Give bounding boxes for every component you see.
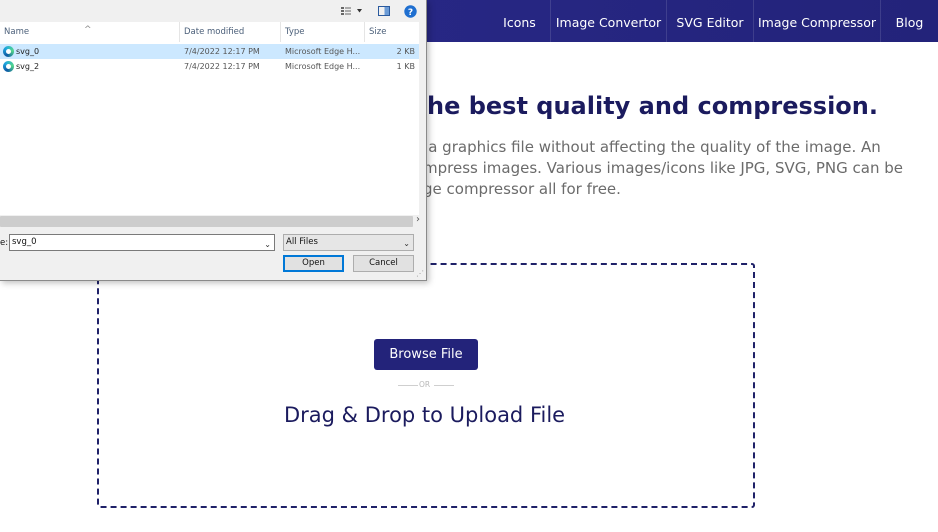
- screen: Icons Image Convertor SVG Editor Image C…: [0, 0, 938, 532]
- nav-link-icons[interactable]: Icons: [489, 0, 550, 42]
- hero-title: he best quality and compression.: [427, 92, 878, 120]
- file-type-filter-select[interactable]: All Files ⌄: [283, 234, 414, 251]
- open-button[interactable]: Open: [283, 255, 344, 272]
- file-date: 7/4/2022 12:17 PM: [184, 62, 260, 71]
- horizontal-scrollbar[interactable]: [0, 216, 413, 227]
- file-name: svg_2: [16, 62, 40, 71]
- column-header-date[interactable]: Date modified: [180, 22, 281, 42]
- file-row[interactable]: svg_0 7/4/2022 12:17 PM Microsoft Edge H…: [0, 44, 419, 59]
- nav-link-image-compressor[interactable]: Image Compressor: [753, 0, 880, 42]
- sort-ascending-icon: ^: [84, 25, 92, 35]
- file-name: svg_0: [16, 47, 40, 56]
- hero-description-line-1: of a graphics file without affecting the…: [409, 138, 881, 156]
- or-divider-right: [434, 385, 454, 386]
- cancel-button[interactable]: Cancel: [353, 255, 414, 272]
- scroll-right-icon[interactable]: ›: [416, 214, 420, 225]
- file-size: 1 KB: [396, 62, 415, 71]
- file-open-dialog: ? Name ^ Date modified Type Size svg_0 7…: [0, 0, 427, 281]
- dialog-toolbar: ?: [0, 0, 426, 22]
- or-label: OR: [419, 380, 431, 389]
- drag-drop-label: Drag & Drop to Upload File: [284, 403, 566, 427]
- or-divider-left: [398, 385, 418, 386]
- column-header-size[interactable]: Size: [365, 22, 419, 42]
- browse-file-button[interactable]: Browse File: [374, 339, 478, 370]
- chevron-down-icon[interactable]: ⌄: [264, 237, 271, 252]
- file-type: Microsoft Edge H...: [285, 47, 361, 56]
- edge-file-icon: [3, 46, 14, 57]
- nav-link-image-convertor[interactable]: Image Convertor: [550, 0, 666, 42]
- view-options-icon[interactable]: [339, 4, 365, 18]
- hero-description: of a graphics file without affecting the…: [409, 137, 903, 200]
- hero-description-line-3: ge compressor all for free.: [423, 180, 621, 198]
- preview-pane-icon[interactable]: [377, 4, 391, 18]
- nav-link-blog[interactable]: Blog: [880, 0, 938, 42]
- help-icon[interactable]: ?: [403, 4, 417, 18]
- column-header-name[interactable]: Name ^: [0, 22, 180, 42]
- filename-input[interactable]: svg_0 ⌄: [9, 234, 275, 251]
- file-date: 7/4/2022 12:17 PM: [184, 47, 260, 56]
- nav-link-svg-editor[interactable]: SVG Editor: [666, 0, 753, 42]
- filename-label: e:: [0, 238, 9, 248]
- edge-file-icon: [3, 61, 14, 72]
- resize-grip-icon[interactable]: ⋰: [416, 269, 424, 278]
- file-list[interactable]: Name ^ Date modified Type Size svg_0 7/4…: [0, 22, 419, 215]
- hero-description-line-2: mpress images. Various images/icons like…: [423, 159, 904, 177]
- file-size: 2 KB: [396, 47, 415, 56]
- column-header-type[interactable]: Type: [281, 22, 365, 42]
- filename-value: svg_0: [12, 237, 37, 247]
- column-header-name-label: Name: [4, 27, 30, 37]
- file-row[interactable]: svg_2 7/4/2022 12:17 PM Microsoft Edge H…: [0, 59, 419, 74]
- file-type: Microsoft Edge H...: [285, 62, 361, 71]
- chevron-down-icon: ⌄: [403, 239, 410, 248]
- file-type-filter-value: All Files: [286, 237, 318, 247]
- svg-text:?: ?: [407, 8, 412, 18]
